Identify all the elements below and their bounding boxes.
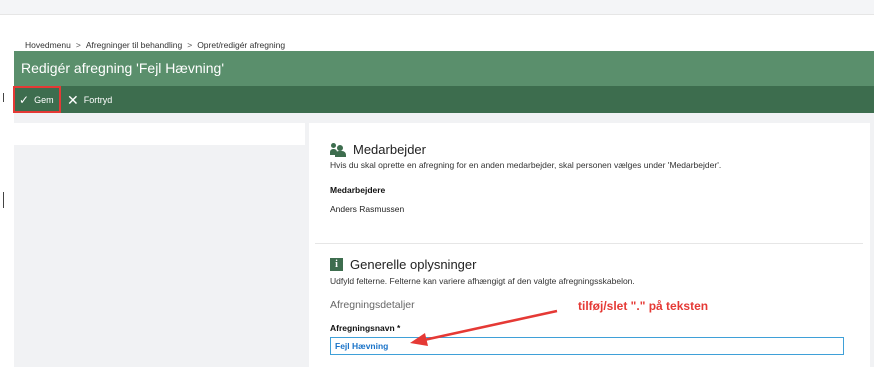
annotation-text: tilføj/slet "." på teksten <box>578 299 709 313</box>
annotation-arrow <box>410 309 558 346</box>
